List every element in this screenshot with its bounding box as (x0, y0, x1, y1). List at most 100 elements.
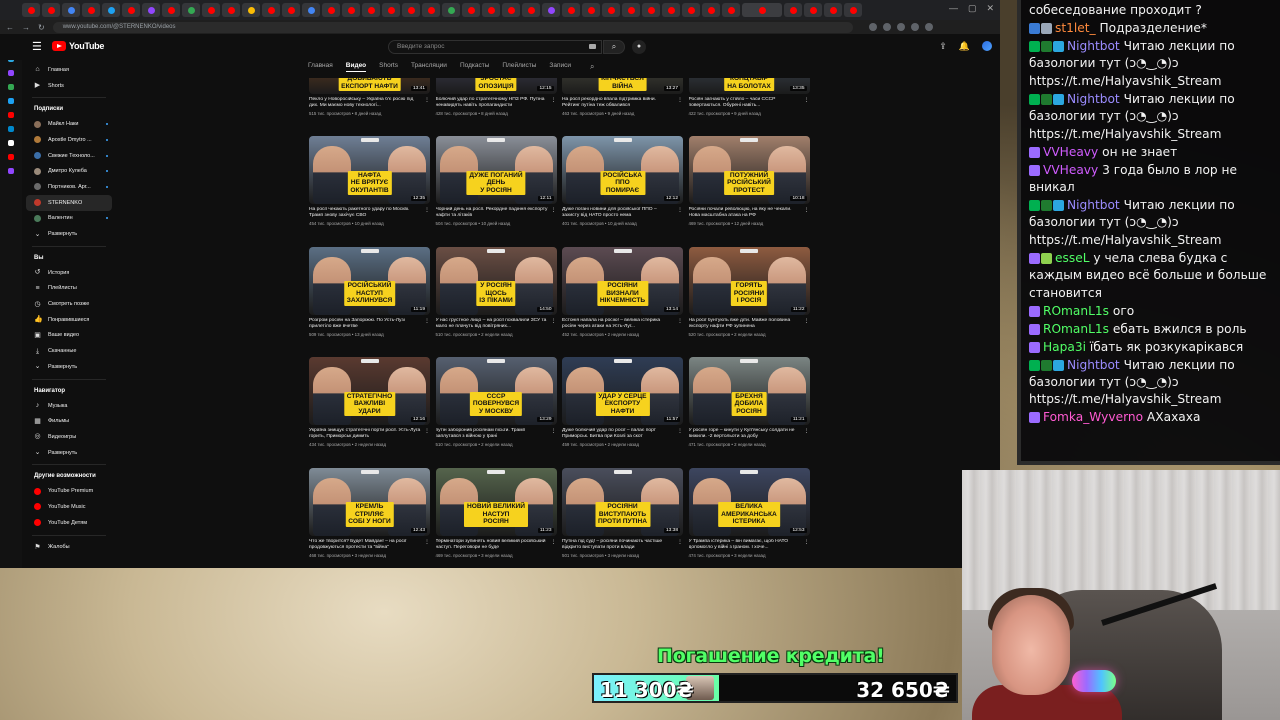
video-title[interactable]: Дуже болючий удар по росії – палає порт … (562, 428, 683, 440)
browser-tab[interactable] (202, 3, 220, 17)
browser-tab[interactable] (642, 3, 660, 17)
more-actions-icon[interactable]: ⋮ (804, 97, 810, 103)
more-actions-icon[interactable]: ⋮ (551, 428, 557, 434)
video-thumbnail[interactable]: КРЕМЛЬ СТРІЛЯЄ СОБІ У НОГИ 12:43 (309, 467, 430, 536)
video-thumbnail[interactable]: СССР ПОВЕРНУВСЯ У МОСКВУ 13:29 (435, 357, 557, 425)
sidebar-item[interactable]: ▶ Shorts (26, 78, 112, 94)
browser-tab[interactable] (442, 3, 460, 17)
chat-username[interactable]: Nightbot (1067, 92, 1120, 106)
more-actions-icon[interactable]: ⋮ (804, 539, 810, 545)
chat-username[interactable]: esseL (1055, 251, 1090, 265)
channel-search-icon[interactable]: ⌕ (590, 62, 594, 72)
more-actions-icon[interactable]: ⋮ (424, 428, 430, 434)
minimize-icon[interactable]: — (949, 3, 958, 14)
video-thumbnail[interactable]: НАФТА НЕ ВРЯТУЄ ОКУПАНТІВ 12:35 (309, 136, 430, 204)
maximize-icon[interactable]: ▢ (968, 3, 977, 14)
video-thumbnail[interactable]: ПОТУЖНИЙ РОСІЙСЬКИЙ ПРОТЕСТ 10:18 (688, 136, 810, 204)
browser-tab[interactable] (742, 3, 782, 17)
video-title[interactable]: У Трампа істерика – він вимагає, щоб НАТ… (689, 539, 810, 551)
video-title[interactable]: На росії бунтують вже діти. Майже полови… (689, 318, 810, 330)
side-panel-icon[interactable] (8, 112, 14, 118)
video-title[interactable]: путін заборонив росіянам пісьти. Трамп з… (436, 428, 557, 440)
sidebar-heading-subscriptions[interactable]: Подписки (26, 102, 112, 116)
chat-username[interactable]: ROmanL1s (1043, 304, 1109, 318)
more-actions-icon[interactable]: ⋮ (804, 207, 810, 213)
side-panel-icon[interactable] (8, 154, 14, 160)
chat-username[interactable]: Nightbot (1067, 358, 1120, 372)
video-thumbnail[interactable]: У РОСІЯН ЩОСЬ ІЗ ПІКАМИ 14:50 (435, 246, 557, 315)
video-title[interactable]: У росіян горе – кинути у Куп'янську солд… (689, 428, 810, 440)
video-thumbnail[interactable]: СТРАТЕГІЧНО ВАЖЛИВІ УДАРИ 12:16 (309, 357, 430, 425)
notifications-icon[interactable]: 🔔 (959, 41, 970, 52)
sidebar-item[interactable]: 👍 Понравившиеся (26, 312, 112, 328)
voice-search-button[interactable]: ● (632, 40, 646, 54)
sidebar-item[interactable]: ▣ Ваше видео (26, 328, 112, 344)
chat-username[interactable]: VVHeavy (1043, 145, 1098, 159)
chat-username[interactable]: Nightbot (1067, 198, 1120, 212)
extension-icon[interactable] (882, 23, 891, 31)
video-title[interactable]: Чорний день на росії. Рекордне падіння е… (436, 207, 557, 219)
sidebar-subscription[interactable]: Майкл Наки (26, 116, 112, 132)
sidebar-item[interactable]: ⌄ Развернуть (26, 226, 112, 242)
more-actions-icon[interactable]: ⋮ (677, 428, 683, 434)
url-field[interactable]: www.youtube.com/@STERNENKO/videos (52, 21, 853, 33)
more-actions-icon[interactable]: ⋮ (677, 97, 683, 103)
video-title[interactable]: Дуже погані новини для російської ППО – … (562, 207, 683, 219)
chat-username[interactable]: ROmanL1s (1043, 322, 1109, 336)
side-panel-icon[interactable] (8, 98, 14, 104)
upload-icon[interactable]: ⇪ (939, 41, 947, 52)
video-thumbnail[interactable]: КОНЦТАБІР НА БОЛОТАХ 13:35 (688, 78, 810, 94)
browser-tab[interactable] (602, 3, 620, 17)
video-card[interactable]: СССР ПОВЕРНУВСЯ У МОСКВУ 13:29 путін забор… (435, 357, 557, 447)
more-actions-icon[interactable]: ⋮ (551, 97, 557, 103)
video-thumbnail[interactable]: УДАР У СЕРЦЕ ЕКСПОРТУ НАФТИ 11:57 (562, 357, 683, 425)
browser-tab[interactable] (402, 3, 420, 17)
video-card[interactable]: КІНЧАЄТЬСЯ ВІЙНА 13:27 На росії рекордно в… (562, 78, 683, 116)
browser-tab[interactable] (662, 3, 680, 17)
browser-tab[interactable] (824, 3, 842, 17)
video-thumbnail[interactable]: РОСІЙСЬКА ППО ПОМИРАЄ 12:12 (562, 136, 683, 204)
sidebar-subscription[interactable]: Свежие Техноло... (26, 148, 112, 164)
video-card[interactable]: БРЕХНЯ ДОБИЛА РОСІЯН 11:21 У росіян горе –… (688, 357, 810, 447)
reload-icon[interactable]: ↻ (38, 23, 45, 32)
browser-tab[interactable] (482, 3, 500, 17)
search-button[interactable]: ⌕ (603, 40, 625, 54)
browser-tab[interactable] (844, 3, 862, 17)
browser-tab[interactable] (62, 3, 80, 17)
browser-tab[interactable] (302, 3, 320, 17)
sidebar-item[interactable]: ♪ Музыка (26, 398, 112, 414)
browser-tab[interactable] (422, 3, 440, 17)
youtube-logo[interactable]: YouTube (52, 41, 104, 51)
sidebar-item[interactable]: ⌄ Развернуть (26, 359, 112, 375)
extension-icon[interactable] (896, 23, 905, 31)
more-actions-icon[interactable]: ⋮ (677, 539, 683, 545)
video-card[interactable]: У РОСІЯН ЩОСЬ ІЗ ПІКАМИ 14:50 У нас грустн… (435, 246, 557, 337)
more-actions-icon[interactable]: ⋮ (804, 428, 810, 434)
video-title[interactable]: Росіяни почали революцію, на яку не чека… (689, 207, 810, 219)
video-thumbnail[interactable]: ВЕЛИКА АМЕРИКАНСЬКА ІСТЕРИКА 12:53 (688, 467, 810, 536)
video-thumbnail[interactable]: ЗРОСТАЄ ОПОЗИЦІЯ 12:15 (435, 78, 557, 94)
browser-tab[interactable] (102, 3, 120, 17)
more-actions-icon[interactable]: ⋮ (424, 207, 430, 213)
video-card[interactable]: НОВИЙ ВЕЛИКИЙ НАСТУП РОСІЯН 11:23 Термінат… (435, 467, 557, 558)
sidebar-item[interactable]: ↺ История (26, 265, 112, 281)
more-actions-icon[interactable]: ⋮ (551, 207, 557, 213)
chat-username[interactable]: Nightbot (1067, 39, 1120, 53)
browser-tab[interactable] (282, 3, 300, 17)
video-thumbnail[interactable]: НОВИЙ ВЕЛИКИЙ НАСТУП РОСІЯН 11:23 (435, 467, 557, 536)
forward-icon[interactable]: → (22, 23, 30, 32)
video-title[interactable]: У нас грустное лицо – на росії похвалили… (436, 318, 557, 330)
sidebar-item[interactable]: ▦ Фильмы (26, 413, 112, 429)
video-thumbnail[interactable]: РОСІЙСЬКИЙ НАСТУП ЗАХЛИНУВСЯ 11:19 (309, 246, 430, 315)
sidebar-item[interactable]: ⤓ Скачанные (26, 343, 112, 359)
side-panel-icon[interactable] (8, 126, 14, 132)
chat-username[interactable]: Hapa3i (1043, 340, 1086, 354)
browser-tab[interactable] (702, 3, 720, 17)
video-card[interactable]: РОСІЯНИ ВИСТУПАЮТЬ ПРОТИ ПУТІНА 13:38 Путі… (562, 467, 683, 558)
tab-1[interactable]: Видео (345, 62, 367, 72)
video-title[interactable]: Пекло у Новоросійську – Україна б'є росі… (309, 97, 430, 109)
video-card[interactable]: ЗРОСТАЄ ОПОЗИЦІЯ 12:15 Болючий удар по стр… (435, 78, 557, 116)
video-thumbnail[interactable]: РОСІЯНИ ВИЗНАЛИ НІКЧЕМНІСТЬ 13:14 (562, 246, 683, 315)
browser-tab[interactable] (562, 3, 580, 17)
browser-tab[interactable] (242, 3, 260, 17)
